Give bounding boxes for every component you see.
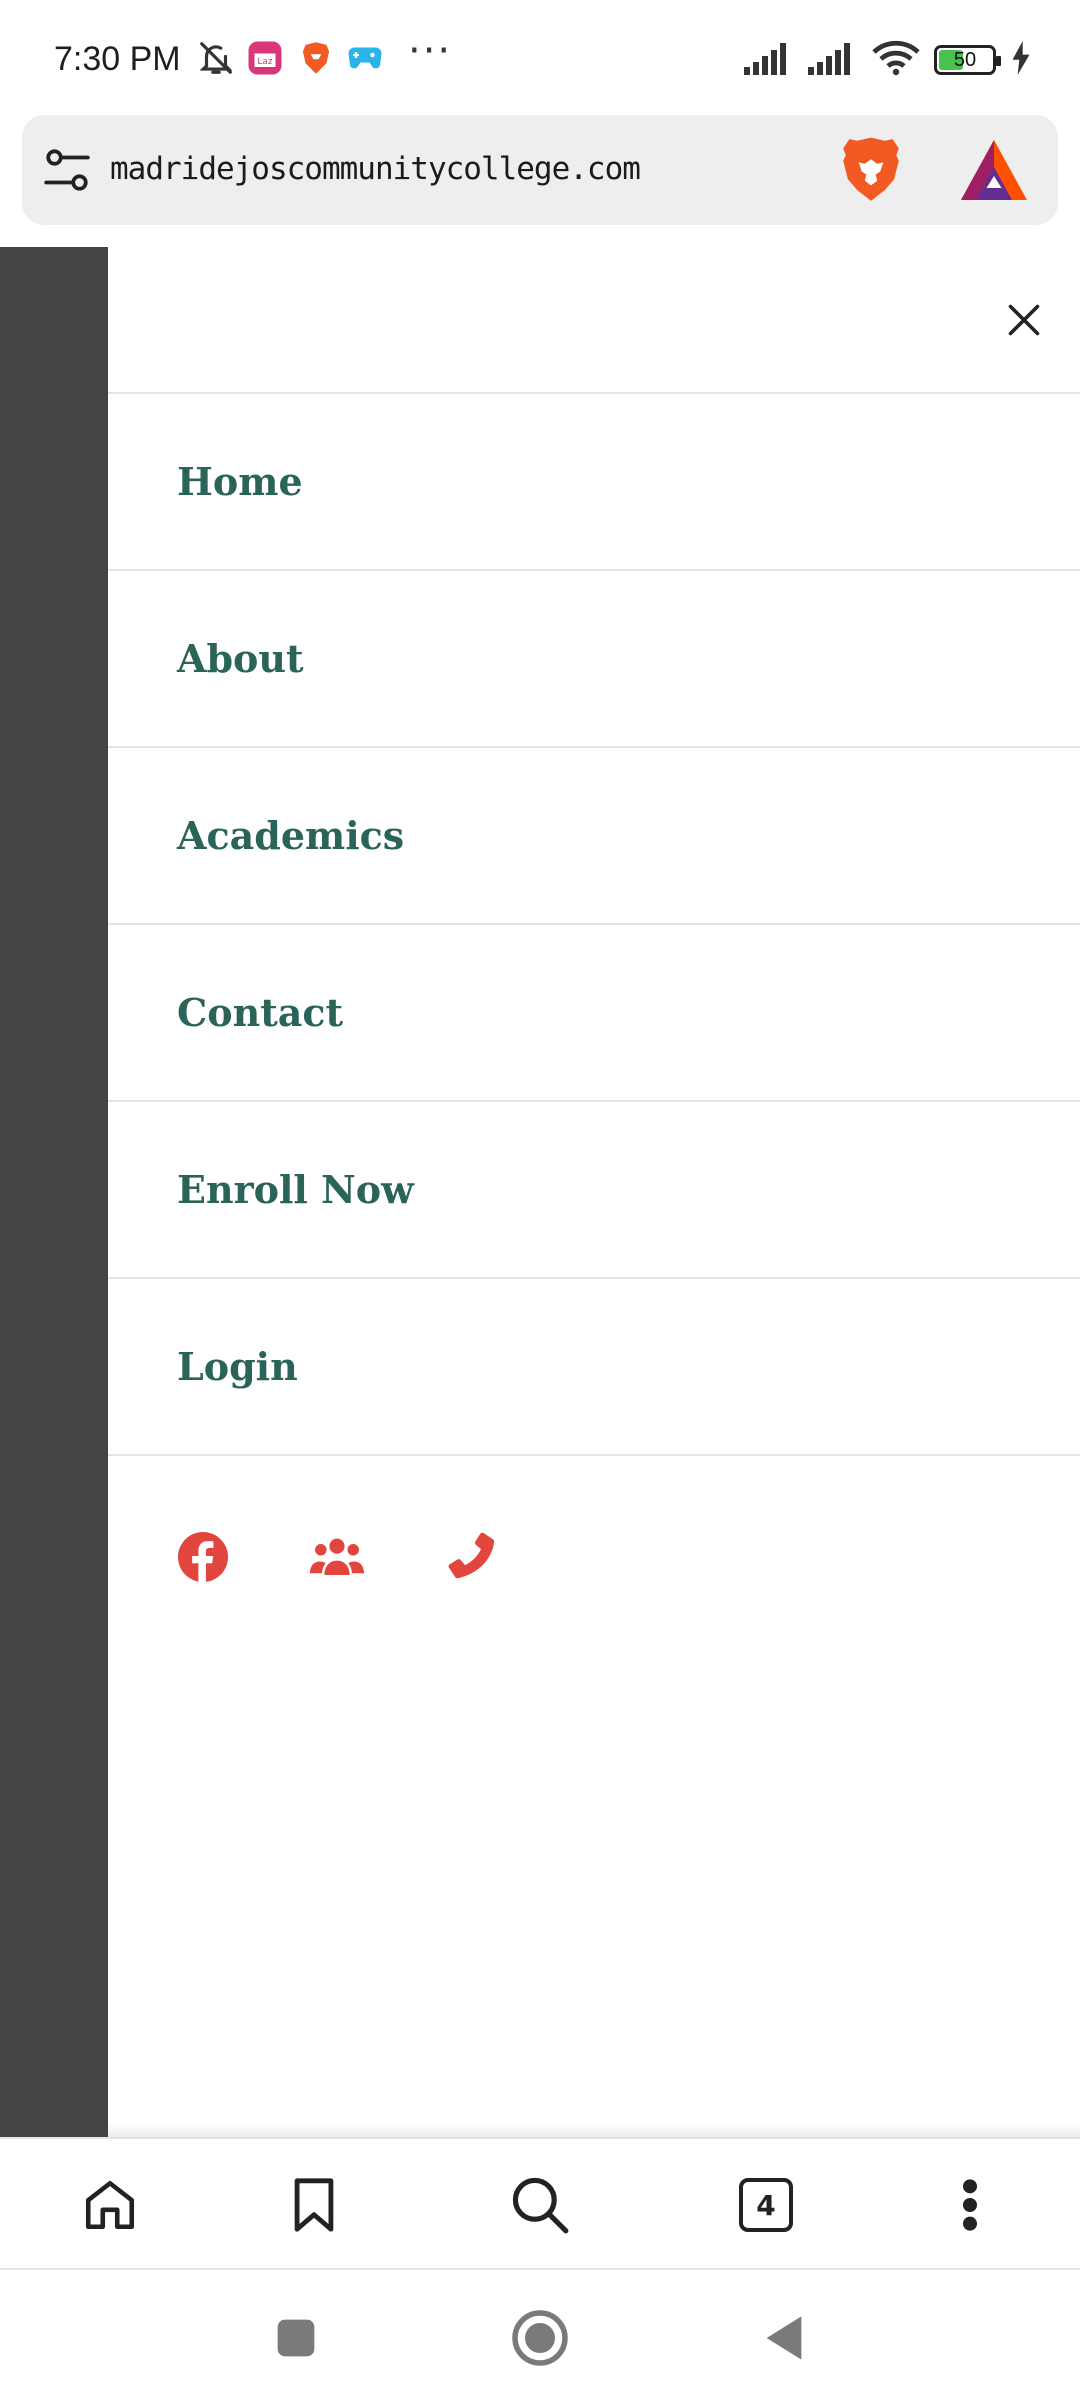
menu-item-label[interactable]: About: [177, 636, 304, 681]
menu-item-login[interactable]: Login: [108, 1279, 1080, 1456]
nav-menu: Home About Academics Contact Enroll Now …: [108, 392, 1080, 1456]
tab-count[interactable]: 4: [739, 2178, 793, 2232]
facebook-icon[interactable]: [176, 1530, 230, 1584]
status-indicators: 50: [744, 38, 1032, 82]
phone-icon[interactable]: [444, 1530, 498, 1584]
svg-text:Laz: Laz: [257, 57, 273, 67]
bat-rewards-icon[interactable]: [958, 135, 1030, 205]
browser-toolbar: 4: [0, 2137, 1080, 2270]
charging-icon: [1010, 41, 1032, 79]
menu-item-home[interactable]: Home: [108, 394, 1080, 571]
menu-item-label[interactable]: Home: [177, 459, 303, 504]
bell-off-icon: [196, 38, 236, 78]
menu-item-label[interactable]: Academics: [177, 813, 404, 858]
url-text[interactable]: madridejoscommunitycollege.com: [110, 151, 641, 187]
more-dots-icon: ···: [408, 28, 453, 74]
users-icon[interactable]: [310, 1530, 364, 1584]
navigation-drawer: Home About Academics Contact Enroll Now …: [108, 247, 1080, 2137]
menu-item-about[interactable]: About: [108, 571, 1080, 748]
menu-item-academics[interactable]: Academics: [108, 748, 1080, 925]
lazada-icon: Laz: [245, 38, 285, 78]
drawer-bottom-shadow: [108, 2123, 1080, 2137]
menu-item-label[interactable]: Contact: [177, 990, 343, 1035]
bookmark-icon[interactable]: [278, 2169, 350, 2241]
battery-level: 50: [953, 48, 977, 71]
status-time: 7:30 PM: [54, 40, 181, 78]
back-icon[interactable]: [744, 2298, 824, 2378]
wifi-icon: [872, 40, 920, 80]
status-bar: 7:30 PM Laz ··· 50: [0, 0, 1080, 115]
menu-item-label[interactable]: Login: [177, 1344, 298, 1389]
tabs-button[interactable]: 4: [730, 2169, 802, 2241]
brave-icon: [296, 38, 336, 78]
system-nav-bar: [0, 2270, 1080, 2400]
search-icon[interactable]: [504, 2169, 576, 2241]
brave-shields-icon[interactable]: [834, 133, 908, 207]
recents-icon[interactable]: [256, 2298, 336, 2378]
signal-icon: [744, 41, 794, 79]
more-menu-icon[interactable]: [934, 2169, 1006, 2241]
menu-item-label[interactable]: Enroll Now: [177, 1167, 414, 1212]
menu-item-contact[interactable]: Contact: [108, 925, 1080, 1102]
home-icon[interactable]: [74, 2169, 146, 2241]
home-nav-icon[interactable]: [500, 2298, 580, 2378]
close-icon[interactable]: [996, 292, 1052, 348]
menu-item-enroll-now[interactable]: Enroll Now: [108, 1102, 1080, 1279]
url-bar[interactable]: madridejoscommunitycollege.com: [22, 115, 1058, 225]
drawer-backdrop[interactable]: [0, 247, 108, 2137]
battery-icon: 50: [934, 45, 1001, 75]
social-links: [176, 1530, 498, 1584]
screen: 7:30 PM Laz ··· 50 madridejoscommunityco…: [0, 0, 1080, 2400]
signal-icon: [808, 41, 858, 79]
gamepad-icon: [345, 38, 385, 78]
site-settings-icon[interactable]: [42, 145, 92, 195]
